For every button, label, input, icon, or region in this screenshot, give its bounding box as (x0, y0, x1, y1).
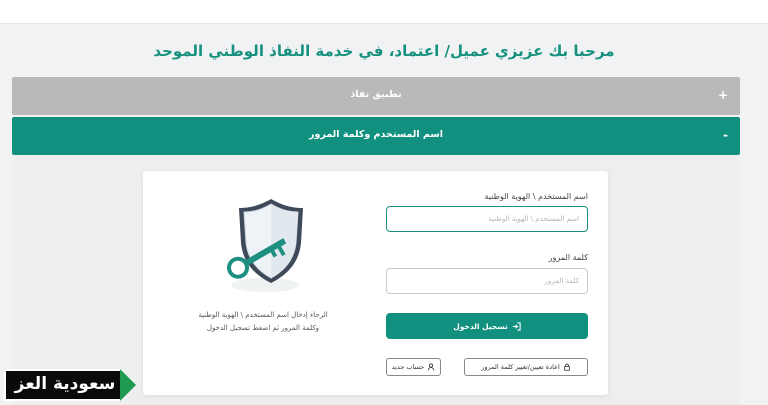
password-input[interactable] (386, 268, 588, 294)
username-label: اسم المستخدم \ الهوية الوطنية (484, 192, 588, 201)
help-text-line: الرجاء إدخال اسم المستخدم \ الهوية الوطن… (198, 311, 328, 319)
accordion-label: تطبيق نفاذ (350, 89, 402, 100)
new-account-button[interactable]: حساب جديد (386, 358, 441, 376)
accordion-username-password[interactable]: - اسم المستخدم وكلمة المرور (12, 117, 740, 155)
reset-password-label: اعادة تعيين/تغيير كلمة المرور (481, 363, 560, 371)
login-button[interactable]: تسجيل الدخول (386, 313, 588, 339)
reset-password-button[interactable]: اعادة تعيين/تغيير كلمة المرور (464, 358, 588, 376)
accordion-label: اسم المستخدم وكلمة المرور (309, 129, 443, 140)
password-label: كلمة المرور (548, 253, 588, 262)
site-logo: سعودية العز (4, 369, 136, 401)
page-title: مرحبا بك عزيزي عميل/ اعتماد، في خدمة الن… (153, 42, 615, 60)
user-icon (427, 363, 435, 371)
help-text: الرجاء إدخال اسم المستخدم \ الهوية الوطن… (163, 309, 363, 335)
logo-box: سعودية العز (4, 369, 122, 401)
logo-accent-triangle (120, 369, 136, 401)
login-button-label: تسجيل الدخول (453, 321, 508, 331)
help-text-line: وكلمة المرور ثم اضغط تسجيل الدخول (206, 324, 320, 332)
username-input[interactable] (386, 206, 588, 232)
login-card: اسم المستخدم \ الهوية الوطنية كلمة المرو… (143, 171, 608, 395)
shield-key-icon (203, 191, 323, 296)
login-arrow-icon (512, 321, 521, 331)
lock-icon (563, 363, 571, 371)
accordion-nafath-app[interactable]: + تطبيق نفاذ (12, 77, 740, 115)
new-account-label: حساب جديد (391, 363, 425, 371)
logo-text: سعودية العز (14, 374, 116, 394)
top-bar (0, 0, 768, 24)
